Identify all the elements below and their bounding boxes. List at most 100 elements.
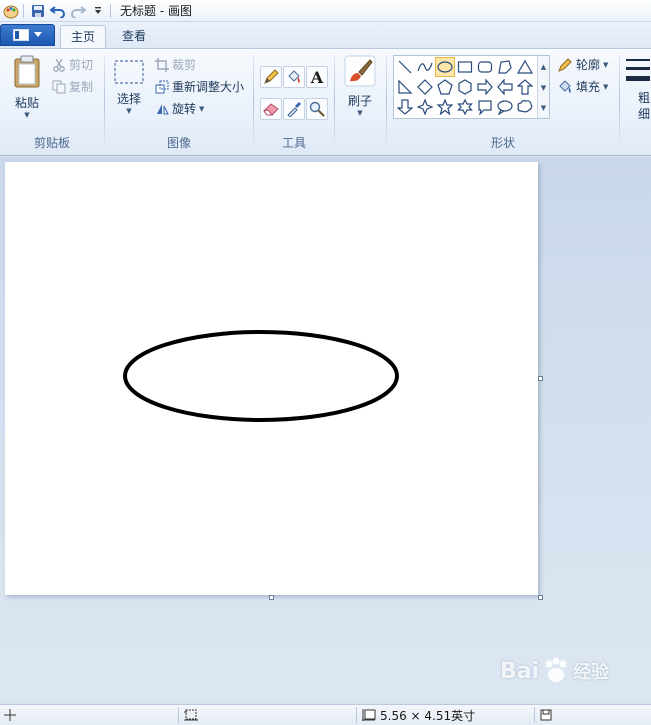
five-point-star-shape-icon [437, 99, 453, 115]
triangle-shape[interactable] [515, 57, 535, 77]
gallery-expand[interactable]: ▼ [537, 98, 549, 118]
outline-button[interactable]: 轮廓 ▼ [557, 56, 608, 73]
clipboard-group: 粘贴 ▼ 剪切 复制 剪贴板 [0, 49, 104, 153]
four-point-star-shape-icon [417, 99, 433, 115]
paint-bucket-icon [288, 70, 300, 83]
ribbon-tab-row: 主页 查看 [0, 22, 651, 48]
eraser-tool[interactable] [260, 98, 282, 120]
ribbon-home: 粘贴 ▼ 剪切 复制 剪贴板 选择 ▼ 裁剪 重新调整大小 旋转 ▼ 图像 A … [0, 48, 651, 156]
rotate-button[interactable]: 旋转 ▼ [155, 100, 204, 117]
brushes-label: 刷子 [347, 94, 372, 108]
resize-label: 重新调整大小 [172, 80, 245, 94]
canvas-drawing [123, 330, 399, 422]
chevron-down-icon: ▼ [603, 82, 609, 91]
brushes-button[interactable]: 刷子 ▼ [342, 55, 378, 117]
hexagon-shape[interactable] [455, 77, 475, 97]
cut-label: 剪切 [69, 58, 94, 72]
up-arrow-shape-icon [517, 79, 533, 95]
paint-menu-icon [13, 29, 29, 41]
line-shape[interactable] [395, 57, 415, 77]
up-arrow-shape[interactable] [515, 77, 535, 97]
cloud-callout-shape-icon [517, 100, 533, 113]
paw-logo-icon [545, 657, 567, 682]
oval-callout-shape-icon [497, 100, 513, 115]
pentagon-shape-icon [437, 79, 453, 95]
fill-button[interactable]: 填充 ▼ [557, 78, 608, 95]
crop-button[interactable]: 裁剪 [155, 56, 196, 73]
window-title: 无标题 - 画图 [120, 4, 192, 18]
save-icon[interactable] [29, 2, 47, 20]
diamond-shape[interactable] [415, 77, 435, 97]
drawing-canvas[interactable] [5, 162, 538, 595]
chevron-down-icon: ▼ [357, 109, 363, 117]
paste-button[interactable]: 粘贴 ▼ [8, 55, 46, 119]
resize-button[interactable]: 重新调整大小 [155, 78, 244, 95]
oval-callout-shape[interactable] [495, 97, 515, 117]
rectangle-shape-icon [457, 61, 473, 73]
resize-icon [155, 80, 169, 93]
outline-label: 轮廓 [576, 58, 601, 72]
fill-tool[interactable] [283, 66, 305, 88]
right-arrow-shape[interactable] [475, 77, 495, 97]
crop-icon [155, 57, 169, 72]
hexagon-shape-icon [458, 79, 472, 95]
left-arrow-shape[interactable] [495, 77, 515, 97]
size-button[interactable]: 粗 细 [626, 55, 651, 122]
customize-quick-access-icon[interactable] [89, 2, 107, 20]
canvas-size-icon [362, 709, 376, 721]
pencil-tool[interactable] [260, 66, 282, 88]
gallery-scroll-down[interactable]: ▼ [537, 77, 549, 98]
outline-pen-icon [558, 57, 572, 72]
text-tool[interactable]: A [306, 66, 328, 88]
six-point-star-shape[interactable] [455, 97, 475, 117]
baidu-watermark: Bai 经验 [500, 656, 609, 686]
pentagon-shape[interactable] [435, 77, 455, 97]
color-picker-tool[interactable] [283, 98, 305, 120]
tab-view[interactable]: 查看 [112, 25, 156, 48]
resize-handle-bottom[interactable] [269, 595, 274, 600]
triangle-shape-icon [517, 59, 533, 74]
rounded-rectangle-shape[interactable] [475, 57, 495, 77]
status-separator [356, 707, 357, 723]
rounded-callout-shape[interactable] [475, 97, 495, 117]
five-point-star-shape[interactable] [435, 97, 455, 117]
polygon-shape-icon [498, 60, 512, 74]
chevron-down-icon: ▼ [199, 104, 205, 113]
rotate-icon [157, 103, 169, 114]
oval-shape[interactable] [435, 57, 455, 77]
tab-home[interactable]: 主页 [60, 25, 106, 48]
canvas-workspace[interactable] [0, 157, 651, 701]
resize-handle-corner[interactable] [538, 595, 543, 600]
save-status-icon [540, 709, 552, 721]
brush-icon [344, 55, 376, 87]
canvas-size-text: 5.56 × 4.51英寸 [380, 708, 476, 723]
four-point-star-shape[interactable] [415, 97, 435, 117]
drawn-oval[interactable] [123, 330, 399, 422]
rectangle-shape[interactable] [455, 57, 475, 77]
right-triangle-shape[interactable] [395, 77, 415, 97]
canvas-size: 5.56 × 4.51英寸 [362, 705, 475, 725]
status-bar: 5.56 × 4.51英寸 [0, 704, 651, 725]
paint-menu-button[interactable] [0, 24, 55, 46]
clipboard-group-label: 剪贴板 [33, 136, 70, 150]
right-triangle-shape-icon [398, 79, 413, 94]
copy-label: 复制 [69, 80, 94, 94]
resize-handle-right[interactable] [538, 376, 543, 381]
undo-icon[interactable] [49, 2, 67, 20]
polygon-shape[interactable] [495, 57, 515, 77]
copy-button[interactable]: 复制 [52, 78, 93, 95]
cut-button[interactable]: 剪切 [52, 56, 93, 73]
fill-bucket-icon [559, 79, 571, 93]
paint-app-icon[interactable] [2, 2, 20, 20]
select-button[interactable]: 选择 ▼ [111, 59, 147, 115]
copy-icon [52, 80, 66, 93]
six-point-star-shape-icon [457, 99, 473, 115]
gallery-scroll-up[interactable]: ▲ [537, 56, 549, 77]
cloud-callout-shape[interactable] [515, 97, 535, 117]
down-arrow-shape[interactable] [395, 97, 415, 117]
chevron-down-icon [34, 32, 42, 37]
redo-icon[interactable] [69, 2, 87, 20]
selection-size-icon [184, 709, 198, 721]
magnifier-tool[interactable] [306, 98, 328, 120]
curve-shape[interactable] [415, 57, 435, 77]
